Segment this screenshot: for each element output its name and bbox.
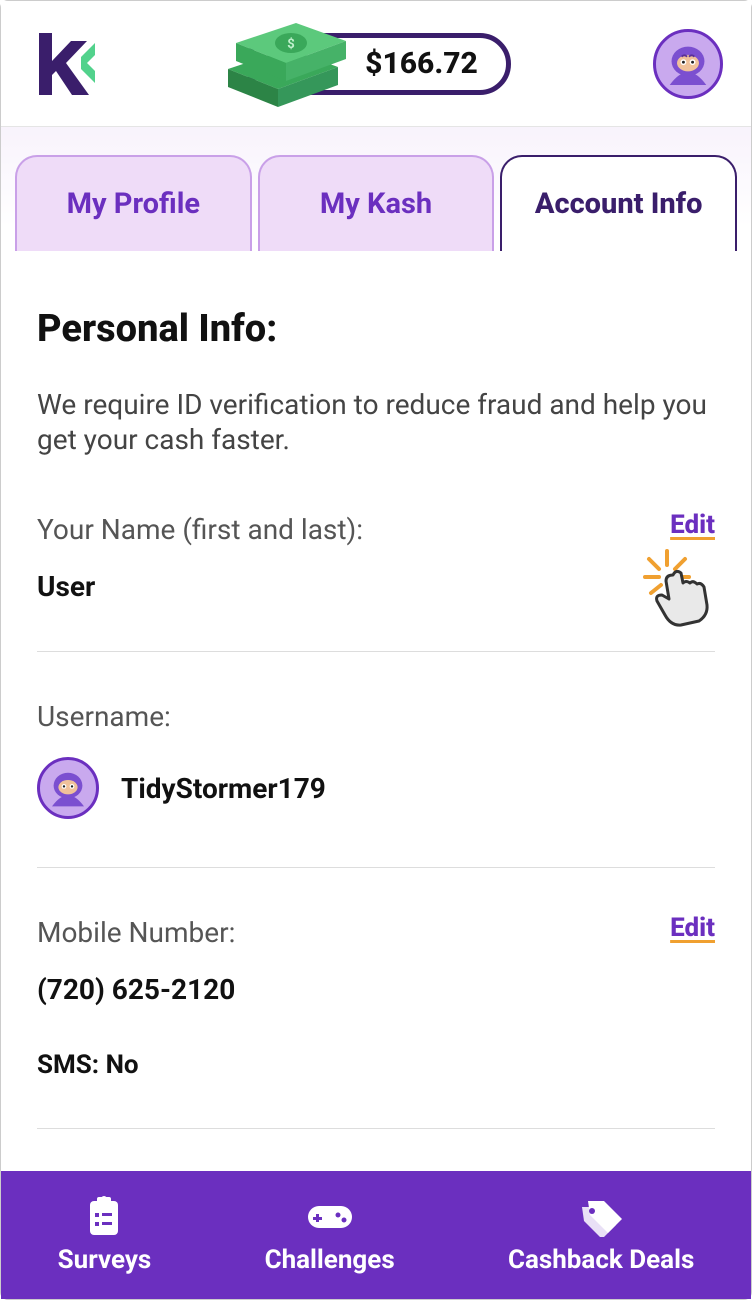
mobile-label: Mobile Number:	[37, 916, 715, 949]
gamepad-icon	[306, 1195, 354, 1239]
clipboard-icon	[84, 1195, 124, 1239]
tab-account-info[interactable]: Account Info	[500, 155, 737, 251]
username-avatar	[37, 757, 99, 819]
cash-icon: $	[222, 13, 352, 121]
avatar[interactable]	[653, 29, 723, 99]
account-info-panel: Personal Info: We require ID verificatio…	[1, 251, 751, 1221]
tab-my-profile[interactable]: My Profile	[15, 155, 252, 251]
username-value: TidyStormer179	[121, 772, 326, 805]
edit-name-link[interactable]: Edit	[670, 510, 715, 540]
bottom-nav: Surveys Challenges Cashback Deals	[1, 1171, 751, 1299]
balance-display[interactable]: $ $166.72	[245, 33, 511, 95]
personal-info-title: Personal Info:	[37, 307, 715, 351]
sms-label: SMS:	[37, 1050, 99, 1080]
nav-cashback[interactable]: Cashback Deals	[508, 1195, 694, 1275]
tab-my-kash[interactable]: My Kash	[258, 155, 495, 251]
username-label: Username:	[37, 700, 715, 733]
svg-text:$: $	[287, 37, 294, 52]
sms-value: No	[106, 1050, 139, 1080]
header: $ $166.72	[1, 1, 751, 127]
name-label: Your Name (first and last):	[37, 513, 715, 546]
balance-amount: $166.72	[365, 46, 478, 81]
mobile-field: Mobile Number: (720) 625-2120 Edit SMS: …	[37, 916, 715, 1129]
name-field: Your Name (first and last): User Edit	[37, 513, 715, 652]
tags-icon	[576, 1195, 626, 1239]
nav-challenges-label: Challenges	[265, 1245, 395, 1275]
personal-info-description: We require ID verification to reduce fra…	[37, 387, 715, 457]
username-field: Username: TidyStormer179	[37, 700, 715, 868]
nav-challenges[interactable]: Challenges	[265, 1195, 395, 1275]
nav-cashback-label: Cashback Deals	[508, 1245, 694, 1275]
tabs: My Profile My Kash Account Info	[1, 127, 751, 251]
logo[interactable]	[29, 27, 103, 101]
edit-mobile-link[interactable]: Edit	[670, 913, 715, 943]
sms-row: SMS: No	[37, 1050, 715, 1080]
nav-surveys-label: Surveys	[58, 1245, 152, 1275]
nav-surveys[interactable]: Surveys	[58, 1195, 152, 1275]
mobile-value: (720) 625-2120	[37, 973, 715, 1006]
name-value: User	[37, 570, 715, 603]
click-cursor-icon	[639, 545, 729, 639]
